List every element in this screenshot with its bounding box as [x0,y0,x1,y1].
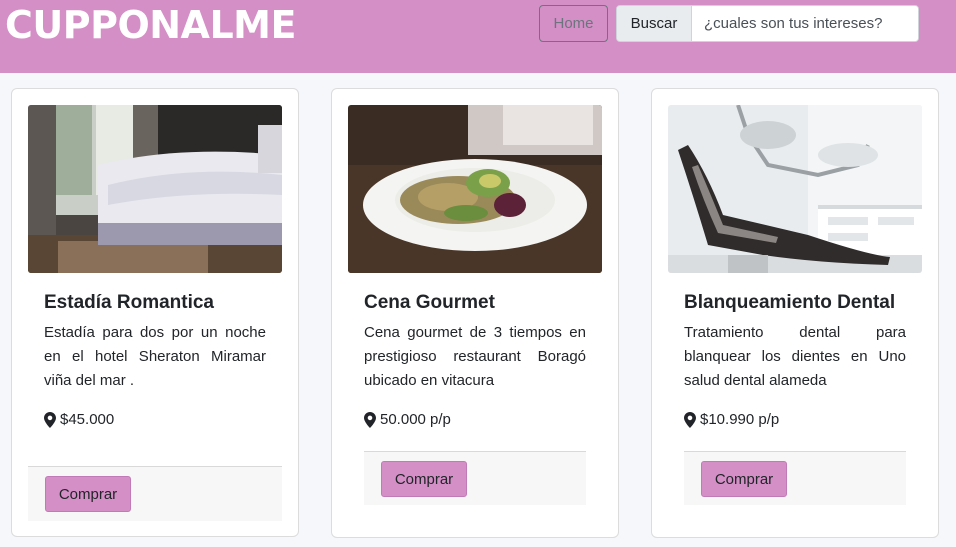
map-marker-icon [364,411,376,428]
card-title: Cena Gourmet [364,292,495,313]
card-price: 50.000 p/p [364,411,451,428]
buy-button[interactable]: Comprar [701,461,787,497]
card-title: Estadía Romantica [44,292,214,313]
map-marker-icon [44,411,56,428]
navbar: CUPPONALME Home Buscar [0,0,956,73]
bedroom-photo [28,105,282,273]
card-footer: Comprar [28,466,282,521]
price-value: 50.000 p/p [380,411,451,428]
offer-card-3: Blanqueamiento Dental Tratamiento dental… [651,88,939,538]
card-title: Blanqueamiento Dental [684,292,896,313]
brand-logo[interactable]: CUPPONALME [5,3,296,47]
home-button[interactable]: Home [539,5,608,42]
card-price: $45.000 [44,411,114,428]
map-marker-icon [684,411,696,428]
search-group: Buscar [616,5,919,42]
dental-chair-photo [668,105,922,273]
price-value: $10.990 p/p [700,411,780,428]
search-input[interactable] [692,6,918,41]
offer-card-2: Cena Gourmet Cena gourmet de 3 tiempos e… [331,88,619,538]
buy-button[interactable]: Comprar [45,476,131,512]
price-value: $45.000 [60,411,115,428]
card-price: $10.990 p/p [684,411,779,428]
card-description: Tratamiento dental para blanquear los di… [684,324,906,389]
card-description: Cena gourmet de 3 tiempos en prestigioso… [364,324,586,389]
search-label[interactable]: Buscar [617,6,692,41]
gourmet-dish-photo [348,105,602,273]
card-footer: Comprar [684,451,906,505]
offer-card-1: Estadía Romantica Estadía para dos por u… [11,88,299,537]
card-footer: Comprar [364,451,586,505]
buy-button[interactable]: Comprar [381,461,467,497]
card-description: Estadía para dos por un noche en el hote… [44,324,266,389]
